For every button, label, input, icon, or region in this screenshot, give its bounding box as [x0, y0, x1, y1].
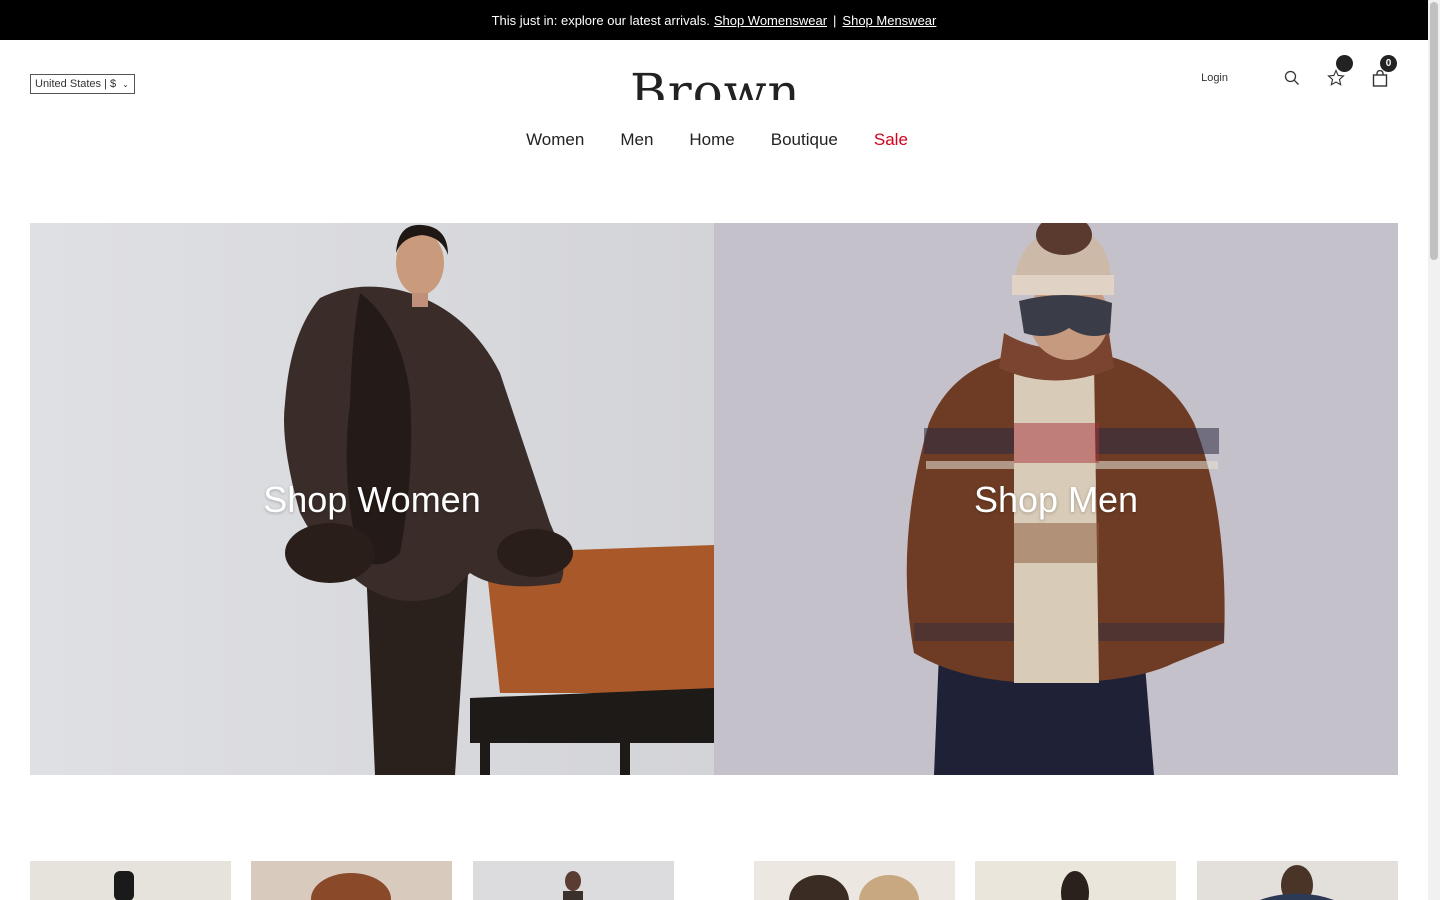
wishlist-count-badge — [1336, 55, 1353, 72]
header-actions: Login 0 — [1201, 55, 1397, 88]
shop-men-label: Shop Men — [973, 479, 1139, 520]
hero-banner: Shop Women Shop Men — [30, 223, 1398, 775]
product-thumbnail[interactable] — [754, 861, 955, 900]
product-thumbnail[interactable] — [30, 861, 231, 900]
thumbnail-image — [114, 871, 134, 900]
product-thumbnail[interactable] — [473, 861, 674, 900]
product-thumbnail[interactable] — [975, 861, 1176, 900]
shop-womenswear-link[interactable]: Shop Womenswear — [714, 13, 827, 28]
product-thumbnails-row — [0, 861, 1428, 900]
nav-item-sale[interactable]: Sale — [868, 130, 908, 150]
announcement-separator: | — [833, 12, 837, 28]
product-thumbnail[interactable] — [251, 861, 452, 900]
cart-count-badge: 0 — [1380, 55, 1397, 72]
country-currency-value: United States | $ — [35, 78, 117, 90]
shop-women-tile[interactable]: Shop Women — [30, 223, 714, 775]
thumbnail-image — [563, 871, 583, 900]
search-button[interactable] — [1282, 68, 1302, 88]
site-header: United States | $ ⌄ Browns Login 0 Women — [0, 40, 1428, 180]
announcement-bar: This just in: explore our latest arrival… — [0, 0, 1428, 40]
nav-item-home[interactable]: Home — [683, 130, 734, 150]
thumbnail-image — [1061, 871, 1089, 900]
shop-men-tile[interactable]: Shop Men — [714, 223, 1398, 775]
wishlist-button[interactable] — [1326, 55, 1353, 88]
announcement-text: This just in: explore our latest arrival… — [491, 12, 710, 28]
search-icon — [1284, 70, 1299, 85]
thumbnail-image — [1259, 865, 1335, 900]
bag-icon — [1372, 69, 1388, 87]
thumbnail-image — [789, 875, 919, 900]
chevron-down-icon: ⌄ — [122, 79, 129, 89]
page-scrollbar[interactable] — [1428, 0, 1440, 900]
cart-button[interactable]: 0 — [1370, 55, 1397, 88]
thumbnail-image — [311, 873, 391, 900]
scrollbar-thumb[interactable] — [1430, 2, 1438, 260]
browns-logo[interactable]: Browns — [630, 60, 800, 100]
product-thumbnail[interactable] — [1197, 861, 1398, 900]
shop-menswear-link[interactable]: Shop Menswear — [842, 13, 936, 28]
country-currency-select[interactable]: United States | $ ⌄ — [30, 74, 135, 94]
nav-item-boutique[interactable]: Boutique — [765, 130, 838, 150]
main-nav: Women Men Home Boutique Sale — [0, 130, 1428, 150]
nav-item-women[interactable]: Women — [520, 130, 584, 150]
login-link[interactable]: Login — [1201, 72, 1228, 84]
shop-women-label: Shop Women — [263, 479, 481, 520]
nav-item-men[interactable]: Men — [614, 130, 653, 150]
